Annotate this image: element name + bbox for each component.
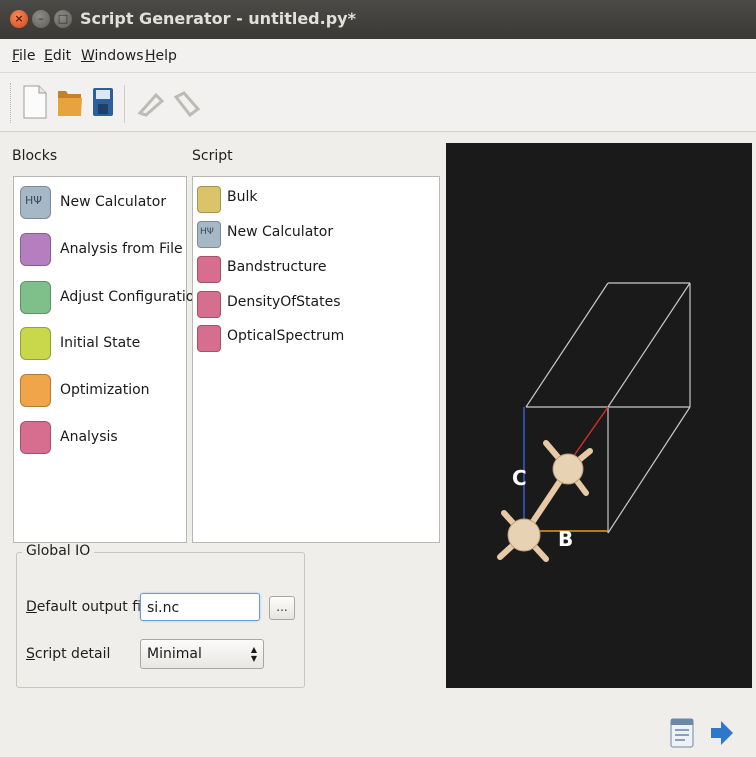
script-item-bulk[interactable]: Bulk <box>197 183 427 216</box>
script-detail-value: Minimal <box>147 646 202 662</box>
title-bar: × – □ Script Generator - untitled.py* <box>0 0 756 39</box>
block-label: Adjust Configuration <box>60 289 204 305</box>
menu-help-label: elp <box>155 48 177 64</box>
toolbar-grip[interactable] <box>10 83 14 123</box>
block-adjust-configuration[interactable]: Adjust Configuration <box>20 277 203 315</box>
initial-state-icon <box>20 327 51 360</box>
block-analysis[interactable]: Analysis <box>20 417 180 455</box>
block-label: Optimization <box>60 382 150 398</box>
save-icon[interactable] <box>92 87 114 117</box>
global-io-title: Global IO <box>22 543 95 559</box>
atom-upper <box>552 453 584 485</box>
menu-bar: File Edit Windows Help <box>0 39 756 73</box>
block-label: Analysis <box>60 429 118 445</box>
blocks-heading: Blocks <box>12 148 58 164</box>
block-label: New Calculator <box>60 194 167 210</box>
script-detail-select[interactable]: Minimal ▲ ▼ <box>140 639 264 669</box>
minimize-window-button[interactable]: – <box>32 10 50 28</box>
block-new-calculator[interactable]: HΨ New Calculator <box>20 182 180 220</box>
axis-b-label: B <box>558 527 573 551</box>
analysis-icon <box>197 291 221 318</box>
analysis-icon <box>197 256 221 283</box>
maximize-window-button[interactable]: □ <box>54 10 72 28</box>
menu-edit-mnemonic: E <box>44 48 53 64</box>
optimization-icon <box>20 374 51 407</box>
analysis-icon <box>197 325 221 352</box>
calculator-icon: HΨ <box>197 221 221 248</box>
block-label: Analysis from File <box>60 241 183 257</box>
toolbar-separator <box>124 85 125 123</box>
menu-edit-label: dit <box>52 48 72 64</box>
script-item-label: Bandstructure <box>227 259 327 275</box>
file-analysis-icon <box>20 233 51 266</box>
menu-windows[interactable]: Windows <box>81 48 144 64</box>
menu-help-mnemonic: H <box>145 48 156 64</box>
detail-label-text: cript detail <box>34 646 111 662</box>
window-title: Script Generator - untitled.py* <box>80 9 356 28</box>
script-item-label: OpticalSpectrum <box>227 328 345 344</box>
updown-arrow-icon: ▲ ▼ <box>250 645 257 663</box>
configuration-icon <box>20 281 51 314</box>
block-label: Initial State <box>60 335 141 351</box>
send-arrow-icon[interactable] <box>710 720 734 746</box>
script-item-label: Bulk <box>227 189 258 205</box>
script-list[interactable]: Bulk HΨ New Calculator Bandstructure Den… <box>192 176 440 543</box>
block-analysis-from-file[interactable]: Analysis from File <box>20 229 183 267</box>
script-detail-label: Script detail <box>26 646 110 662</box>
script-item-densityofstates[interactable]: DensityOfStates <box>197 288 427 321</box>
menu-help[interactable]: Help <box>145 48 177 64</box>
default-output-file-input[interactable]: si.nc <box>140 593 260 621</box>
calculator-icon-text: HΨ <box>200 227 214 237</box>
block-initial-state[interactable]: Initial State <box>20 323 180 361</box>
script-item-opticalspectrum[interactable]: OpticalSpectrum <box>197 322 427 355</box>
structure-viewer[interactable]: C B <box>446 143 752 688</box>
calculator-icon: HΨ <box>20 186 51 219</box>
script-item-new-calculator[interactable]: HΨ New Calculator <box>197 218 427 251</box>
unit-cell-view[interactable]: C B <box>446 143 752 688</box>
script-generator-window: × – □ Script Generator - untitled.py* Fi… <box>0 0 756 757</box>
browse-button[interactable]: ... <box>269 596 295 620</box>
close-window-button[interactable]: × <box>10 10 28 28</box>
detail-mnemonic: S <box>26 646 35 662</box>
script-heading: Script <box>192 148 233 164</box>
bulk-icon <box>197 186 221 213</box>
output-label-text: efault output file <box>36 599 154 615</box>
open-folder-icon[interactable] <box>57 87 83 117</box>
default-output-file-label: Default output file <box>26 599 154 615</box>
menu-file-label: ile <box>19 48 36 64</box>
blocks-list[interactable]: HΨ New Calculator Analysis from File Adj… <box>13 176 203 543</box>
preview-icon[interactable] <box>670 718 694 748</box>
script-item-label: DensityOfStates <box>227 294 341 310</box>
new-file-icon[interactable] <box>23 85 47 119</box>
output-mnemonic: D <box>26 599 37 615</box>
axis-c-label: C <box>512 466 527 490</box>
script-item-label: New Calculator <box>227 224 334 240</box>
script-item-bandstructure[interactable]: Bandstructure <box>197 253 427 286</box>
menu-edit[interactable]: Edit <box>44 48 71 64</box>
atom-lower <box>507 518 541 552</box>
menu-windows-mnemonic: W <box>81 48 95 64</box>
undo-icon[interactable] <box>136 91 164 117</box>
calculator-icon-text: HΨ <box>25 194 42 207</box>
menu-file[interactable]: File <box>12 48 35 64</box>
menu-file-mnemonic: F <box>12 48 20 64</box>
toolbar <box>0 73 756 132</box>
analysis-icon <box>20 421 51 454</box>
redo-icon[interactable] <box>172 91 200 117</box>
block-optimization[interactable]: Optimization <box>20 370 180 408</box>
menu-windows-label: indows <box>94 48 144 64</box>
